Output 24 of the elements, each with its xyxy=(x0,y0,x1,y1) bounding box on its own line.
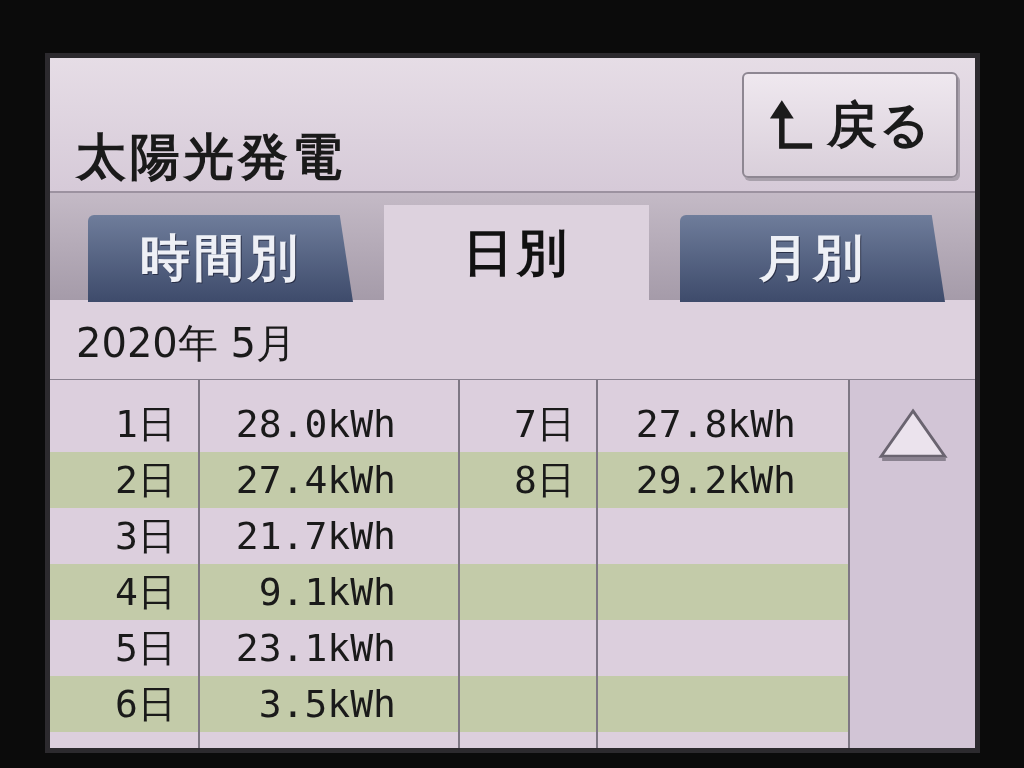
tab[interactable]: 日別 xyxy=(384,205,649,302)
up-triangle-icon[interactable] xyxy=(877,408,948,462)
tab[interactable]: 時間別 xyxy=(88,215,353,302)
energy-reading: 21.7kWh xyxy=(235,517,396,555)
energy-reading: 3.5kWh xyxy=(258,685,396,723)
day-label: 8日 xyxy=(514,461,575,499)
back-button[interactable]: 戻る xyxy=(742,72,958,178)
day-label: 7日 xyxy=(514,405,575,443)
day-label: 5日 xyxy=(115,629,176,667)
screen-title: 太陽光発電 xyxy=(76,127,346,188)
energy-reading: 28.0kWh xyxy=(235,405,396,443)
period-label: 2020年 5月 xyxy=(76,322,296,363)
energy-reading: 27.8kWh xyxy=(635,405,796,443)
energy-reading: 9.1kWh xyxy=(258,573,396,611)
energy-reading: 27.4kWh xyxy=(235,461,396,499)
energy-reading: 23.1kWh xyxy=(235,629,396,667)
return-arrow-icon xyxy=(768,100,813,150)
energy-reading: 29.2kWh xyxy=(635,461,796,499)
day-label: 1日 xyxy=(115,405,176,443)
tab[interactable]: 月別 xyxy=(680,215,945,302)
day-label: 2日 xyxy=(115,461,176,499)
day-label: 6日 xyxy=(115,685,176,723)
day-label: 3日 xyxy=(115,517,176,555)
day-label: 4日 xyxy=(115,573,176,611)
